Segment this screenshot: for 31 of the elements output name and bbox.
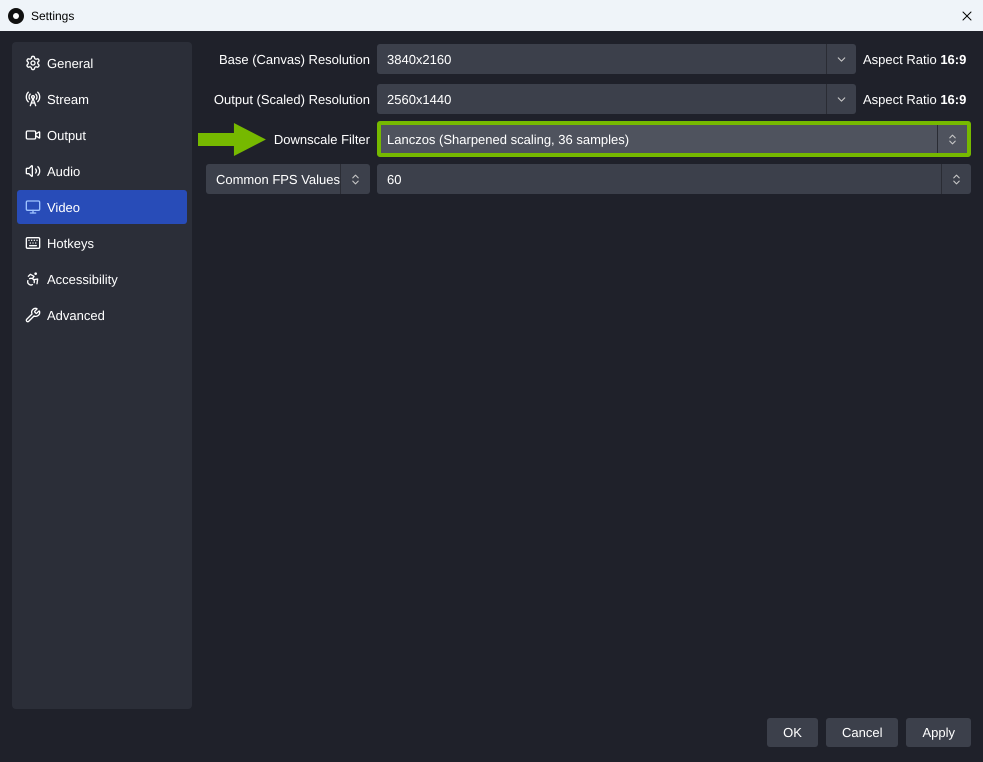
sidebar-item[interactable]: Output xyxy=(17,118,187,152)
monitor-icon xyxy=(25,199,41,215)
fps-type-dropdown[interactable]: Common FPS Values xyxy=(206,164,370,194)
sidebar-item[interactable]: Video xyxy=(17,190,187,224)
aspect-ratio-text: Aspect Ratio 16:9 xyxy=(863,52,968,66)
dropdown-field[interactable]: 3840x2160 xyxy=(377,44,856,74)
dropdown-field[interactable]: 2560x1440 xyxy=(377,84,856,114)
dialog-button[interactable]: Apply xyxy=(906,718,971,747)
sidebar-item[interactable]: Accessibility xyxy=(17,262,187,296)
app-logo-icon xyxy=(8,8,24,24)
sidebar-item[interactable]: General xyxy=(17,46,187,80)
dropdown-field[interactable]: Lanczos (Sharpened scaling, 36 samples) xyxy=(377,121,971,157)
sidebar-item[interactable]: Audio xyxy=(17,154,187,188)
dialog-button[interactable]: Cancel xyxy=(826,718,898,747)
aspect-ratio-text: Aspect Ratio 16:9 xyxy=(863,92,968,106)
gear-icon xyxy=(25,55,41,71)
field-label: Output (Scaled) Resolution xyxy=(214,92,370,106)
keyboard-icon xyxy=(25,235,41,251)
window-title: Settings xyxy=(31,8,76,22)
field-label: Base (Canvas) Resolution xyxy=(218,52,370,66)
accessibility-icon xyxy=(25,271,41,287)
sidebar-item[interactable]: Hotkeys xyxy=(17,226,187,260)
field-label: Downscale Filter xyxy=(274,132,370,146)
dialog-button[interactable]: OK xyxy=(767,718,818,747)
wrench-icon xyxy=(25,307,41,323)
antenna-icon xyxy=(25,91,41,107)
fps-dropdown[interactable]: 60 xyxy=(377,164,971,194)
sidebar-item[interactable]: Stream xyxy=(17,82,187,116)
arrow-icon xyxy=(198,122,266,156)
sidebar-item[interactable]: Advanced xyxy=(17,298,187,332)
speaker-icon xyxy=(25,163,41,179)
